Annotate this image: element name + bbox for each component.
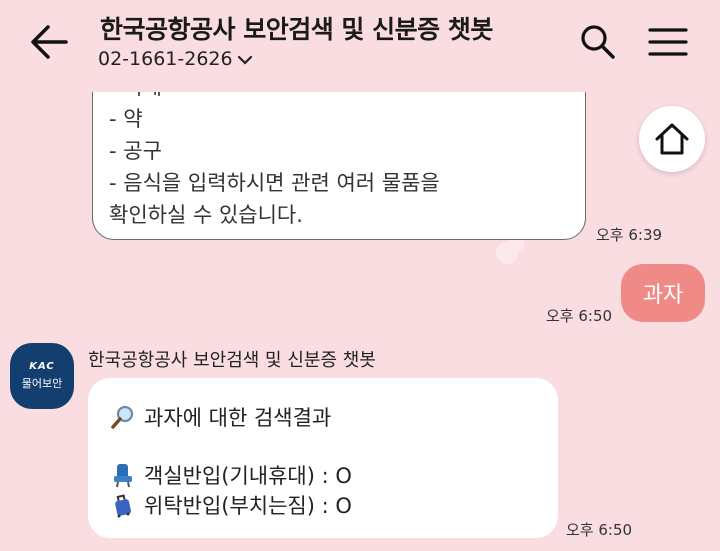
- user-message-bubble: 과자: [621, 264, 705, 322]
- avatar-logo: KAC: [29, 361, 55, 372]
- message-line: - 공구: [109, 139, 162, 163]
- search-result-title-text: 과자에 대한 검색결과: [144, 406, 332, 430]
- arrow-left-icon: [31, 25, 68, 59]
- user-message-text: 과자: [642, 283, 684, 308]
- checked-baggage-result-text: 위탁반입(부치는짐) : O: [144, 494, 352, 518]
- back-button[interactable]: [26, 22, 72, 62]
- hamburger-menu-icon: [648, 28, 688, 56]
- bot-avatar[interactable]: KAC 물어보안: [10, 343, 74, 409]
- search-result-title: 과자에 대한 검색결과: [110, 402, 331, 432]
- message-line: - 약: [109, 107, 143, 131]
- avatar-text: 물어보안: [21, 377, 63, 390]
- carry-on-result-text: 객실반입(기내휴대) : O: [144, 464, 352, 488]
- chat-title: 한국공항공사 보안검색 및 신분증 챗봇: [100, 15, 493, 44]
- message-line: 확인하실 수 있습니다.: [109, 203, 303, 227]
- luggage-emoji-icon: [115, 494, 131, 518]
- search-button[interactable]: [578, 22, 618, 62]
- chat-header: 한국공항공사 보안검색 및 신분증 챗봇 02-1661-2626: [0, 0, 720, 92]
- magnifying-glass-emoji-icon: [111, 405, 134, 429]
- message-time: 오후 6:39: [596, 226, 663, 244]
- message-time: 오후 6:50: [546, 307, 613, 325]
- home-icon: [655, 123, 689, 155]
- phone-number-dropdown[interactable]: 02-1661-2626: [98, 48, 253, 70]
- carry-on-result: 객실반입(기내휴대) : O: [110, 460, 352, 490]
- seat-emoji-icon: [114, 464, 132, 488]
- home-button[interactable]: [639, 106, 705, 172]
- bot-message-bubble: 과자에 대한 검색결과 객실반입(기내휴대) : O 위탁반입(부치는짐) : …: [88, 378, 558, 538]
- sender-name: 한국공항공사 보안검색 및 신분증 챗봇: [88, 350, 376, 371]
- message-time: 오후 6:50: [566, 521, 633, 539]
- message-line: - 음식을 입력하시면 관련 여러 물품을: [109, 171, 440, 195]
- chevron-down-icon: [237, 55, 252, 65]
- search-icon: [581, 25, 615, 59]
- phone-number: 02-1661-2626: [98, 48, 233, 70]
- checked-baggage-result: 위탁반입(부치는짐) : O: [110, 490, 352, 520]
- menu-button[interactable]: [646, 24, 690, 60]
